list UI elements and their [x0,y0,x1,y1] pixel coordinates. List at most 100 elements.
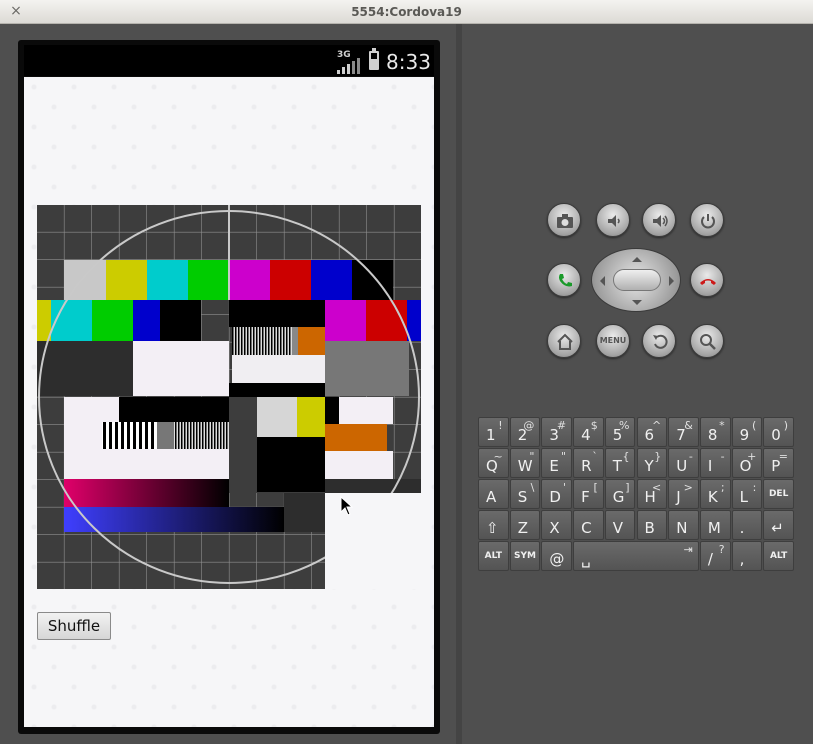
key-4-1[interactable]: SYM [509,541,541,571]
key-0-8[interactable]: 9( [731,417,763,447]
key-alt-label: ( [751,419,757,432]
key-alt-label: @ [523,419,535,432]
key-alt-label: \ [530,481,535,494]
key-2-0[interactable]: A [478,479,509,509]
key-alt-label: ; [720,481,725,494]
dpad[interactable] [591,248,681,312]
shuffle-button[interactable]: Shuffle [37,612,111,640]
key-label: 0 [771,426,781,444]
back-icon [653,334,668,349]
key-1-6[interactable]: U- [668,448,699,478]
key-1-0[interactable]: Q ~ [478,448,509,478]
key-label: . [739,519,745,537]
key-label: 1 [486,426,496,444]
key-4-3[interactable]: ␣ ⇥ [573,541,699,571]
key-alt-label: : [752,481,757,494]
key-alt-label: * [719,419,725,432]
key-4-5[interactable]: , [731,541,763,571]
key-label: Z [517,519,528,537]
power-icon [701,214,715,229]
back-button[interactable] [642,324,676,358]
puzzle-board[interactable] [37,205,421,589]
key-0-6[interactable]: 7 & [668,417,699,447]
key-3-6[interactable]: N [668,510,699,540]
key-1-1[interactable]: W " [509,448,541,478]
key-3-3[interactable]: C [573,510,604,540]
key-label: A [486,488,497,506]
home-icon [557,333,573,350]
key-4-4[interactable]: /? [699,541,731,571]
key-0-9[interactable]: 0) [763,417,794,447]
key-3-2[interactable]: X [541,510,573,540]
key-3-0[interactable]: ⇧ [478,510,509,540]
power-button[interactable] [690,203,724,237]
tile-color-bars-left[interactable] [37,300,229,396]
mouse-cursor-icon [340,496,354,516]
dpad-down-icon[interactable] [632,300,642,310]
key-0-3[interactable]: 4 $ [573,417,604,447]
key-alt-label: > [683,481,693,494]
dpad-left-icon[interactable] [595,276,605,286]
key-1-3[interactable]: R ` [573,448,604,478]
key-2-2[interactable]: D ' [541,479,573,509]
menu-button[interactable]: MENU [596,324,630,358]
dpad-right-icon[interactable] [669,276,679,286]
camera-icon [557,214,573,228]
key-2-6[interactable]: J > [668,479,699,509]
key-alt-label: & [684,419,693,432]
home-button[interactable] [547,324,581,358]
search-button[interactable] [690,324,724,358]
call-icon [559,274,572,287]
key-4-0[interactable]: ALT [478,541,509,571]
key-1-9[interactable]: P = [763,448,794,478]
key-2-8[interactable]: L: [731,479,763,509]
key-label: @ [549,550,565,568]
key-0-4[interactable]: 5% [604,417,636,447]
key-label: B [644,519,655,537]
key-0-5[interactable]: 6 ^ [636,417,668,447]
key-1-7[interactable]: I- [699,448,731,478]
dpad-center-button[interactable] [613,269,661,291]
key-3-5[interactable]: B [636,510,668,540]
key-3-1[interactable]: Z [509,510,541,540]
key-0-2[interactable]: 3 # [541,417,573,447]
key-1-2[interactable]: E " [541,448,573,478]
camera-button[interactable] [547,203,581,237]
key-3-9[interactable]: ↵ [763,510,794,540]
key-3-7[interactable]: M [699,510,731,540]
volume-down-icon [608,215,620,227]
key-label: I [707,457,713,475]
key-label: S [517,488,528,506]
key-3-4[interactable]: V [604,510,636,540]
volume-up-button[interactable] [642,203,676,237]
key-0-1[interactable]: 2 @ [509,417,541,447]
end-call-button[interactable] [690,263,724,297]
key-1-4[interactable]: T{ [604,448,636,478]
key-label: / [707,550,713,568]
key-alt-label: ) [783,419,788,432]
key-label: E [549,457,559,475]
key-2-4[interactable]: G] [604,479,636,509]
key-2-1[interactable]: S \ [509,479,541,509]
key-1-8[interactable]: O + [731,448,763,478]
key-2-5[interactable]: H < [636,479,668,509]
key-0-0[interactable]: 1! [478,417,509,447]
status-clock: 8:33 [386,50,431,74]
key-2-7[interactable]: K; [699,479,731,509]
call-button[interactable] [547,263,581,297]
key-3-8[interactable]: . [731,510,763,540]
key-1-5[interactable]: Y} [636,448,668,478]
key-alt-label: ~ [493,450,503,463]
tile-color-bars-right[interactable] [229,300,421,397]
key-label: T [612,457,622,475]
key-alt-label: " [529,450,535,463]
key-2-3[interactable]: F[ [573,479,604,509]
key-4-2[interactable]: @ [541,541,573,571]
dpad-up-icon[interactable] [632,252,642,262]
key-4-6[interactable]: ALT [763,541,794,571]
key-0-7[interactable]: 8 * [699,417,731,447]
panel-divider [456,24,462,744]
key-label: V [612,519,624,537]
key-2-9[interactable]: DEL [763,479,794,509]
volume-down-button[interactable] [596,203,630,237]
